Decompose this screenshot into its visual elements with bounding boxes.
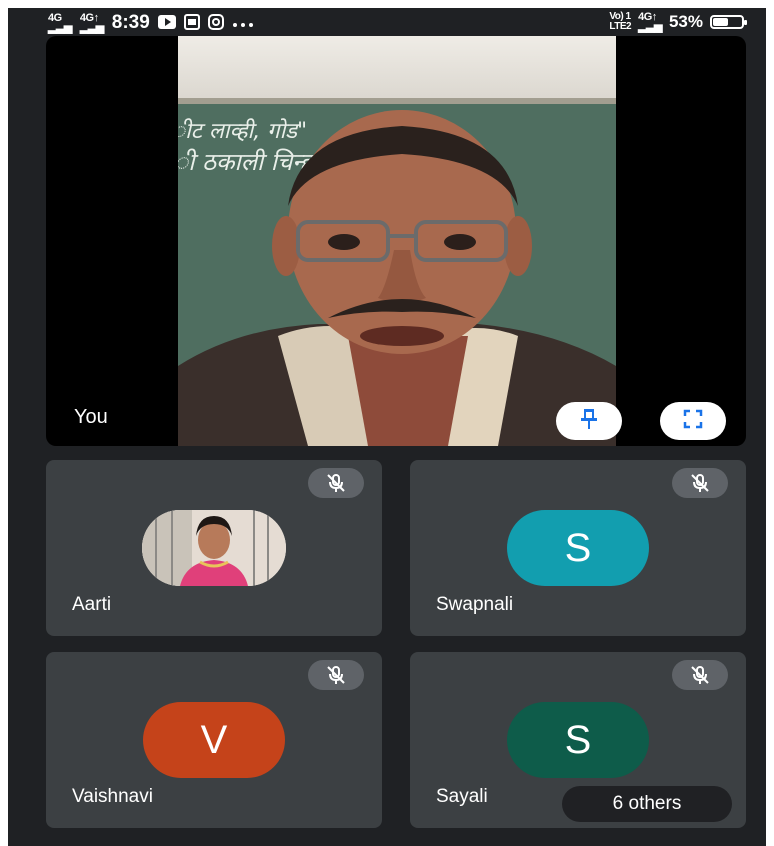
participant-name: Aarti: [72, 594, 112, 615]
board-text-1: ीट लाव्ही, गोड": [178, 118, 307, 144]
mic-off-icon: [308, 660, 364, 690]
instagram-icon: [207, 13, 224, 33]
others-button[interactable]: 6 others: [562, 786, 732, 822]
self-label: You: [74, 406, 108, 428]
status-left: 4G ▂▃▅ 4G↑ ▂▃▅ 8:39: [48, 12, 254, 34]
youtube-icon: [157, 14, 176, 32]
pin-button[interactable]: [556, 402, 622, 440]
avatar-initial: V: [143, 702, 285, 778]
clock: 8:39: [111, 12, 150, 33]
fullscreen-icon: [683, 409, 703, 434]
self-video-tile[interactable]: ीट लाव्ही, गोड" ी ठकाली चिन्ह. वि You: [46, 36, 746, 446]
fullscreen-button[interactable]: [660, 402, 726, 440]
avatar-initial: S: [507, 510, 649, 586]
network-icon: 4G↑ ▂▃▅: [638, 11, 662, 33]
avatar-photo: [142, 510, 286, 586]
mic-off-icon: [672, 468, 728, 498]
participant-name: Vaishnavi: [72, 786, 153, 807]
signal-label-2: 4G↑: [79, 12, 99, 24]
battery-fill: [713, 18, 728, 26]
meet-screen: 4G ▂▃▅ 4G↑ ▂▃▅ 8:39 Vo) 1 LTE2 4G↑ ▂▃▅ 5…: [8, 8, 766, 846]
participant-name: Swapnali: [436, 594, 514, 615]
participant-tile-swapnali[interactable]: S Swapnali: [410, 460, 746, 636]
mic-off-icon: [672, 660, 728, 690]
more-dots-icon: [232, 15, 254, 31]
battery-percent: 53%: [668, 12, 703, 31]
signal-icon: 4G ▂▃▅: [48, 12, 72, 34]
mic-off-icon: [308, 468, 364, 498]
participant-name: Sayali: [436, 786, 488, 807]
signal-label-1: 4G: [48, 12, 62, 24]
status-bar: 4G ▂▃▅ 4G↑ ▂▃▅ 8:39 Vo) 1 LTE2 4G↑ ▂▃▅ 5…: [8, 8, 766, 38]
battery-icon: [710, 15, 747, 29]
signal-icon-2: 4G↑ ▂▃▅: [79, 12, 104, 34]
volte-label: Vo) 1 LTE2: [609, 11, 632, 32]
participant-tile-sayali[interactable]: S Sayali 6 others: [410, 652, 746, 828]
participant-tile-vaishnavi[interactable]: V Vaishnavi: [46, 652, 382, 828]
avatar-initial: S: [507, 702, 649, 778]
pin-icon: [579, 408, 599, 435]
status-right: Vo) 1 LTE2 4G↑ ▂▃▅ 53%: [609, 11, 747, 33]
participant-tile-aarti[interactable]: Aarti: [46, 460, 382, 636]
sim-icon: [183, 13, 200, 33]
self-video-feed: ीट लाव्ही, गोड" ी ठकाली चिन्ह. वि: [178, 36, 616, 446]
network-label: 4G↑: [638, 11, 657, 23]
